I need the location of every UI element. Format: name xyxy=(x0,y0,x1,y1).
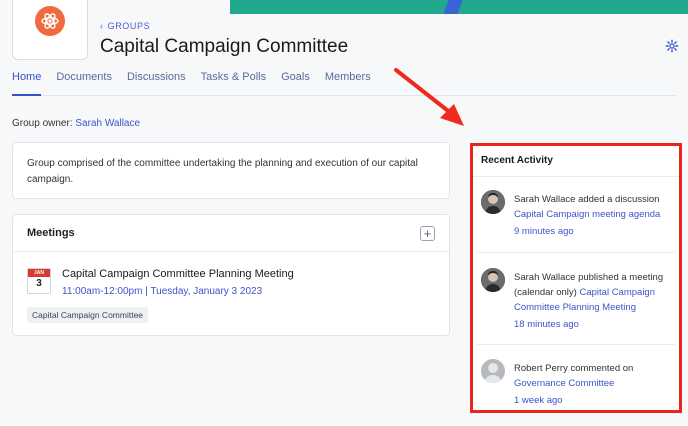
activity-description: Robert Perry commented on xyxy=(514,363,634,374)
activity-description: Sarah Wallace added a discussion xyxy=(514,194,660,205)
meeting-name[interactable]: Capital Campaign Committee Planning Meet… xyxy=(62,268,294,280)
chevron-left-icon: ‹ xyxy=(100,21,104,31)
activity-link[interactable]: Governance Committee xyxy=(514,376,672,391)
breadcrumb[interactable]: ‹ GROUPS xyxy=(100,21,150,31)
tab-members[interactable]: Members xyxy=(325,66,371,96)
activity-text-block: Robert Perry commented on Governance Com… xyxy=(514,361,672,408)
meetings-header: Meetings + xyxy=(13,215,449,252)
activity-text-block: Sarah Wallace published a meeting (calen… xyxy=(514,270,672,332)
avatar xyxy=(481,359,505,383)
avatar xyxy=(481,268,505,292)
avatar xyxy=(481,190,505,214)
meetings-card: Meetings + JAN 3 Capital Campaign Commit… xyxy=(12,214,450,336)
calendar-icon: JAN 3 xyxy=(27,268,51,294)
meeting-tag[interactable]: Capital Campaign Committee xyxy=(27,307,149,323)
tab-home[interactable]: Home xyxy=(12,66,42,96)
activity-time: 9 minutes ago xyxy=(514,226,574,237)
group-owner-link[interactable]: Sarah Wallace xyxy=(75,118,140,129)
activity-link[interactable]: Capital Campaign meeting agenda xyxy=(514,207,672,222)
activity-time: 18 minutes ago xyxy=(514,319,579,330)
page-title: Capital Campaign Committee xyxy=(100,36,349,57)
activity-text-block: Sarah Wallace added a discussion Capital… xyxy=(514,192,672,239)
calendar-day: 3 xyxy=(36,278,42,289)
breadcrumb-groups[interactable]: GROUPS xyxy=(108,21,151,31)
tab-documents[interactable]: Documents xyxy=(56,66,112,96)
activity-divider xyxy=(477,252,675,253)
activity-divider xyxy=(477,344,675,345)
recent-activity-panel: Recent Activity Sarah Wallace added a di… xyxy=(470,143,682,413)
group-logo xyxy=(12,0,88,60)
tab-bar: Home Documents Discussions Tasks & Polls… xyxy=(12,66,676,96)
tab-discussions[interactable]: Discussions xyxy=(127,66,186,96)
add-meeting-button[interactable]: + xyxy=(420,225,435,241)
activity-time: 1 week ago xyxy=(514,395,563,406)
plus-icon: + xyxy=(423,225,432,241)
banner-gap xyxy=(200,0,230,14)
meeting-time: 11:00am-12:00pm | Tuesday, January 3 202… xyxy=(62,286,263,297)
gear-icon[interactable] xyxy=(665,39,679,53)
meetings-title: Meetings xyxy=(27,227,75,239)
calendar-month: JAN xyxy=(28,269,50,277)
tab-goals[interactable]: Goals xyxy=(281,66,310,96)
group-owner-label: Group owner: xyxy=(12,118,73,129)
recent-activity-title: Recent Activity xyxy=(473,146,679,177)
atom-icon xyxy=(35,5,65,36)
tab-tasks-polls[interactable]: Tasks & Polls xyxy=(201,66,266,96)
group-description: Group comprised of the committee underta… xyxy=(12,142,450,199)
group-owner: Group owner: Sarah Wallace xyxy=(12,118,140,129)
